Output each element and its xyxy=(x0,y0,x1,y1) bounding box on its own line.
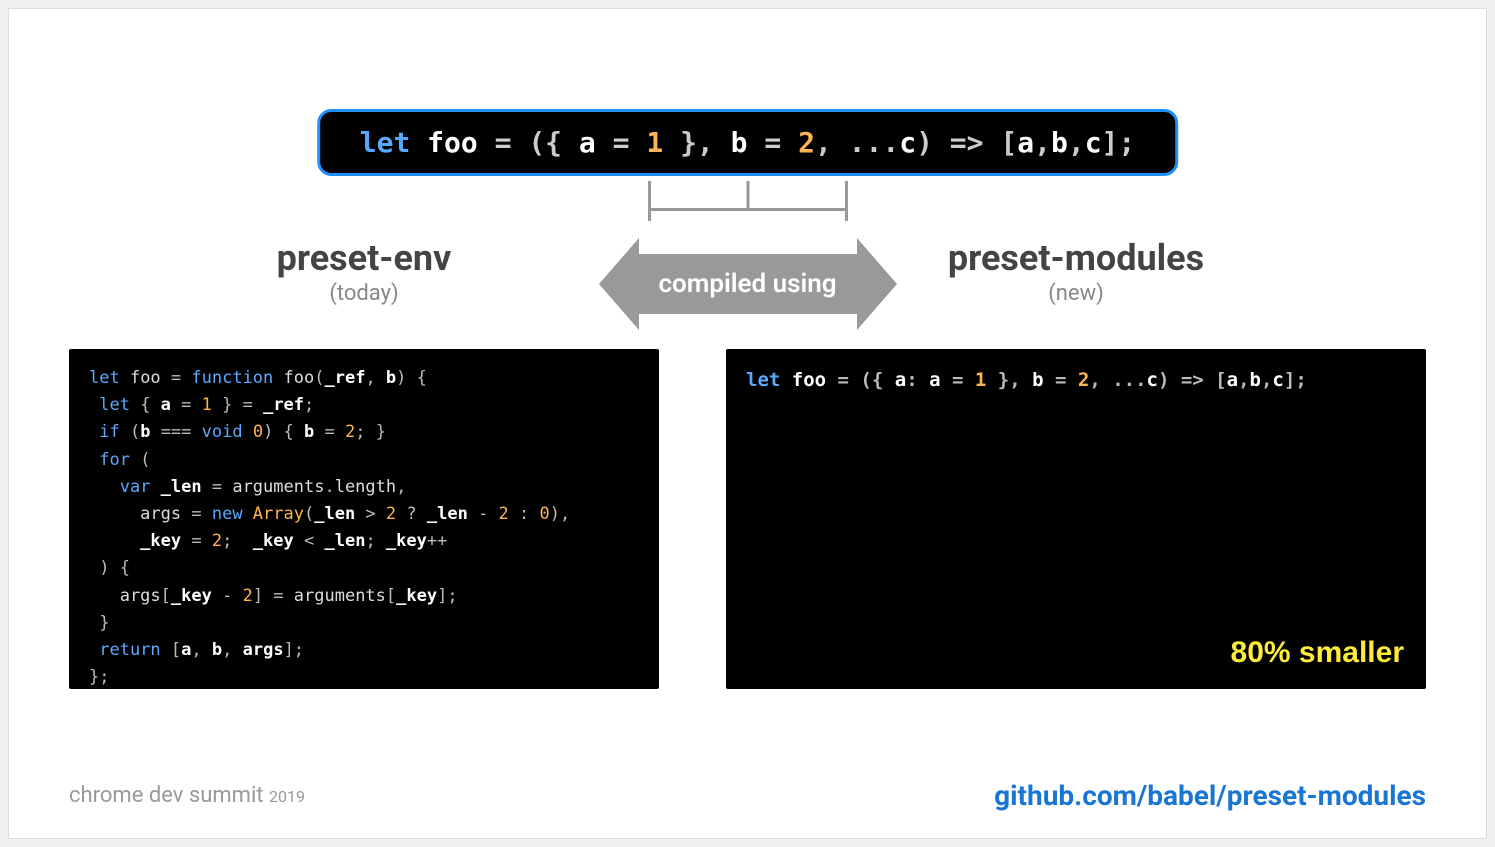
event-year: 2019 xyxy=(269,787,305,806)
size-badge: 80% smaller xyxy=(1231,629,1404,677)
slide: let foo = ({ a = 1 }, b = 2, ...c) => [a… xyxy=(8,8,1487,839)
event-name: chrome dev summit xyxy=(69,783,264,808)
left-subtitle: (today) xyxy=(69,281,659,306)
right-column-header: preset-modules (new) xyxy=(726,237,1426,306)
github-link[interactable]: github.com/babel/preset-modules xyxy=(994,779,1426,812)
left-title: preset-env xyxy=(69,237,659,279)
event-footer: chrome dev summit 2019 xyxy=(69,783,305,808)
left-code-block: let foo = function foo(_ref, b) { let { … xyxy=(69,349,659,689)
right-code-block: let foo = ({ a: a = 1 }, b = 2, ...c) =>… xyxy=(726,349,1426,689)
right-title: preset-modules xyxy=(726,237,1426,279)
right-subtitle: (new) xyxy=(726,281,1426,306)
source-code-box: let foo = ({ a = 1 }, b = 2, ...c) => [a… xyxy=(317,109,1179,176)
left-column-header: preset-env (today) xyxy=(69,237,659,306)
connector-lines xyxy=(648,181,848,221)
